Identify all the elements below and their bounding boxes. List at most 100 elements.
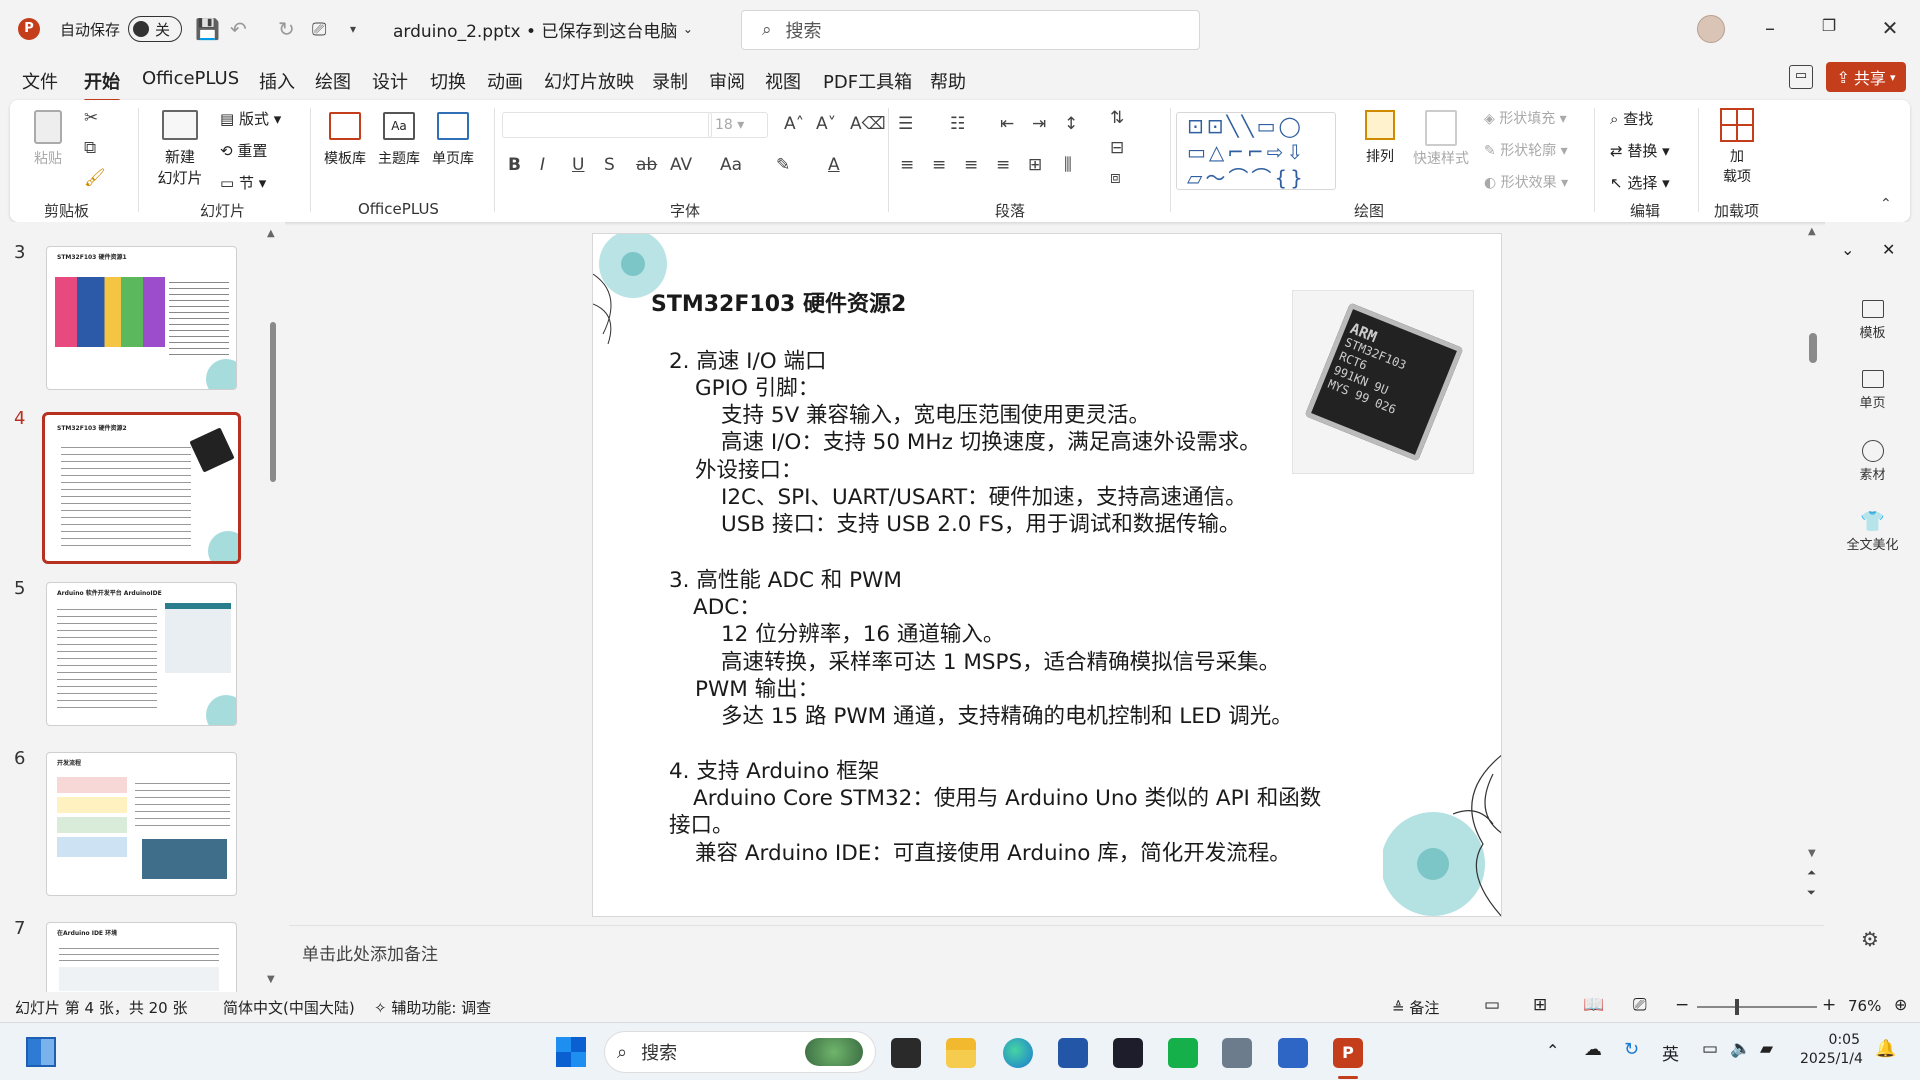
distributed-icon[interactable]: ⊞ bbox=[1028, 155, 1042, 175]
tab-view[interactable]: 视图 bbox=[765, 68, 801, 94]
font-size-dropdown[interactable]: 18 ▾ bbox=[708, 112, 768, 138]
tab-record[interactable]: 录制 bbox=[652, 68, 688, 94]
tab-draw[interactable]: 绘图 bbox=[315, 68, 351, 94]
slide-thumbnail[interactable]: STM32F103 硬件资源1 bbox=[46, 246, 237, 390]
slide-canvas[interactable]: STM32F103 硬件资源2 ARM STM32F103 RCT6 991KN… bbox=[592, 233, 1502, 917]
char-spacing-icon[interactable]: AV bbox=[670, 155, 692, 175]
zoom-slider[interactable] bbox=[1697, 999, 1817, 1015]
reset-button[interactable]: ⟲ 重置 bbox=[220, 140, 267, 161]
tab-help[interactable]: 帮助 bbox=[930, 68, 966, 94]
editor-scroll-down-icon[interactable]: ▼ bbox=[1808, 848, 1816, 859]
themes-button[interactable]: Aa 主题库 bbox=[374, 106, 424, 168]
previous-slide-icon[interactable]: ⏶ bbox=[1807, 866, 1816, 880]
comments-button[interactable]: ▭ bbox=[1789, 65, 1813, 89]
shadow-icon[interactable]: S bbox=[604, 155, 615, 175]
tab-design[interactable]: 设计 bbox=[372, 68, 408, 94]
cut-icon[interactable]: ✂ bbox=[84, 108, 98, 128]
chip-image[interactable]: ARM STM32F103 RCT6 991KN 9U MYS 99 026 bbox=[1292, 290, 1474, 474]
network-icon[interactable]: ▭ bbox=[1702, 1039, 1718, 1059]
app-icon[interactable] bbox=[1113, 1038, 1143, 1068]
onedrive-icon[interactable]: ☁ bbox=[1584, 1039, 1602, 1060]
accessibility-status[interactable]: ✧ 辅助功能: 调查 bbox=[374, 997, 491, 1018]
clear-format-icon[interactable]: A⌫ bbox=[850, 114, 886, 134]
redo-icon[interactable]: ↻ bbox=[278, 14, 295, 44]
slide-title[interactable]: STM32F103 硬件资源2 bbox=[651, 286, 906, 318]
close-button[interactable]: ✕ bbox=[1875, 16, 1905, 42]
shrink-font-icon[interactable]: A˅ bbox=[816, 114, 836, 134]
italic-icon[interactable]: I bbox=[540, 155, 545, 175]
justify-icon[interactable]: ≡ bbox=[996, 155, 1010, 175]
find-button[interactable]: ⌕ 查找 bbox=[1610, 108, 1653, 129]
tab-home[interactable]: 开始 bbox=[84, 68, 120, 102]
document-title[interactable]: arduino_2.pptx • 已保存到这台电脑 ⌄ bbox=[393, 14, 693, 44]
language-indicator[interactable]: 简体中文(中国大陆) bbox=[223, 997, 355, 1018]
text-direction-icon[interactable]: ⇅ bbox=[1110, 108, 1124, 128]
editor-scroll-up-icon[interactable]: ▲ bbox=[1808, 226, 1816, 237]
tab-animations[interactable]: 动画 bbox=[487, 68, 523, 94]
collapse-ribbon-icon[interactable]: ⌃ bbox=[1880, 196, 1892, 212]
autosave-toggle[interactable]: 关 bbox=[128, 16, 182, 42]
bullets-icon[interactable]: ☰ bbox=[898, 114, 913, 134]
slide-thumbnail[interactable]: 开发流程 bbox=[46, 752, 237, 896]
tab-officeplus[interactable]: OfficePLUS bbox=[142, 68, 239, 89]
font-color-icon[interactable]: A bbox=[828, 155, 840, 175]
scroll-down-icon[interactable]: ▼ bbox=[267, 974, 275, 985]
zoom-out-icon[interactable]: − bbox=[1675, 995, 1689, 1015]
format-painter-icon[interactable]: 🖌 bbox=[84, 168, 106, 188]
gear-icon[interactable]: ⚙ bbox=[1861, 927, 1879, 951]
align-left-icon[interactable]: ≡ bbox=[900, 155, 914, 175]
numbering-icon[interactable]: ☷ bbox=[950, 114, 965, 134]
smartart-icon[interactable]: ⧈ bbox=[1110, 168, 1121, 188]
section-button[interactable]: ▭ 节 ▾ bbox=[220, 172, 266, 193]
new-slide-button[interactable]: 新建 幻灯片 bbox=[150, 106, 210, 188]
undo-icon[interactable]: ↶ bbox=[230, 14, 247, 44]
search-input[interactable]: ⌕ 搜索 bbox=[741, 10, 1200, 50]
ime-indicator[interactable]: 英 bbox=[1662, 1040, 1679, 1065]
underline-icon[interactable]: U bbox=[572, 155, 584, 175]
select-button[interactable]: ↖ 选择 ▾ bbox=[1610, 172, 1670, 193]
editor-scrollbar[interactable] bbox=[1809, 333, 1817, 363]
tab-insert[interactable]: 插入 bbox=[259, 68, 295, 94]
notepad-icon[interactable] bbox=[1278, 1038, 1308, 1068]
quick-styles-button[interactable]: 快速样式 bbox=[1408, 108, 1474, 168]
zoom-in-icon[interactable]: + bbox=[1822, 995, 1836, 1015]
replace-button[interactable]: ⇄ 替换 ▾ bbox=[1610, 140, 1670, 161]
customize-qat-icon[interactable]: ▾ bbox=[350, 14, 356, 44]
notes-button[interactable]: ≜ 备注 bbox=[1392, 997, 1439, 1018]
pane-materials[interactable]: 素材 bbox=[1825, 440, 1920, 483]
pane-templates[interactable]: 模板 bbox=[1825, 300, 1920, 341]
scroll-up-icon[interactable]: ▲ bbox=[267, 228, 275, 239]
change-case-icon[interactable]: Aa bbox=[720, 155, 742, 175]
minimize-button[interactable]: – bbox=[1755, 16, 1785, 42]
battery-icon[interactable]: ▰ bbox=[1760, 1039, 1773, 1059]
share-button[interactable]: ⇪ 共享 ▾ bbox=[1826, 62, 1906, 92]
tab-pdf-tools[interactable]: PDF工具箱 bbox=[823, 68, 912, 94]
clock[interactable]: 0:05 2025/1/4 bbox=[1800, 1031, 1863, 1069]
templates-button[interactable]: 模板库 bbox=[320, 106, 370, 168]
zoom-level[interactable]: 76% bbox=[1848, 997, 1881, 1015]
single-page-button[interactable]: 单页库 bbox=[428, 106, 478, 168]
close-pane-icon[interactable]: ✕ bbox=[1882, 240, 1895, 259]
shape-outline-button[interactable]: ✎ 形状轮廓 ▾ bbox=[1484, 140, 1568, 160]
strikethrough-icon[interactable]: ab bbox=[636, 155, 657, 175]
store-icon[interactable] bbox=[1058, 1038, 1088, 1068]
tab-review[interactable]: 审阅 bbox=[709, 68, 745, 94]
align-center-icon[interactable]: ≡ bbox=[932, 155, 946, 175]
sync-icon[interactable]: ↻ bbox=[1624, 1039, 1639, 1060]
align-right-icon[interactable]: ≡ bbox=[964, 155, 978, 175]
avatar[interactable] bbox=[1697, 15, 1725, 43]
next-slide-icon[interactable]: ⏷ bbox=[1807, 886, 1816, 900]
slide-thumbnail-selected[interactable]: STM32F103 硬件资源2 bbox=[42, 412, 241, 564]
tab-slideshow[interactable]: 幻灯片放映 bbox=[544, 68, 634, 94]
powerpoint-taskbar-icon[interactable]: P bbox=[1333, 1038, 1363, 1068]
thumbnail-scrollbar[interactable] bbox=[270, 322, 276, 482]
layout-button[interactable]: ▤ 版式 ▾ bbox=[220, 108, 281, 129]
arrange-button[interactable]: 排列 bbox=[1356, 108, 1404, 166]
copy-icon[interactable]: ⧉ bbox=[84, 138, 96, 158]
slideshow-view-icon[interactable]: ⎚ bbox=[1633, 995, 1647, 1015]
align-text-icon[interactable]: ⊟ bbox=[1110, 138, 1124, 158]
shapes-gallery[interactable]: ⊡⊡╲╲▭◯ ▭△⌐⌐⇨⇩ ▱〜⌒⌒{} bbox=[1176, 112, 1336, 190]
slide-thumbnail[interactable]: Arduino 软件开发平台 ArduinoIDE bbox=[46, 582, 237, 726]
shape-effects-button[interactable]: ◐ 形状效果 ▾ bbox=[1484, 172, 1568, 192]
volume-icon[interactable]: 🔈 bbox=[1730, 1039, 1751, 1059]
